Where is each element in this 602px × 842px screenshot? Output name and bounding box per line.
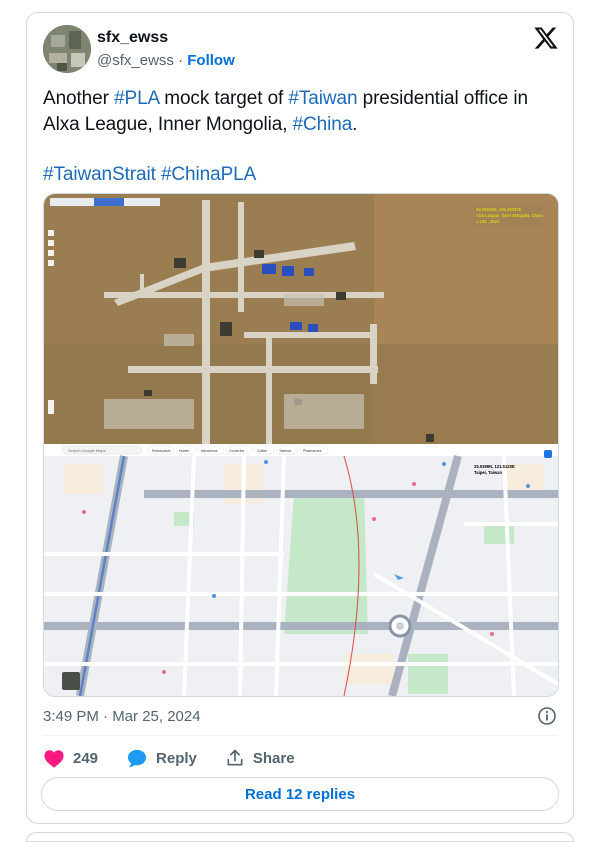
next-card-edge xyxy=(26,832,574,842)
share-upload-icon xyxy=(227,749,243,766)
satellite-coordinates-label: 39.25823N, 105.42037E xyxy=(476,207,522,212)
map-chip-coffee: Coffee xyxy=(257,449,267,453)
separator-dot: · xyxy=(178,52,184,69)
tweet-text-segment: . xyxy=(352,114,358,135)
author-handle-row: @sfx_ewss · Follow xyxy=(97,52,235,69)
satellite-image: 39.25823N, 105.42037E Alxa League, Inner… xyxy=(44,194,558,444)
share-label: Share xyxy=(252,749,295,767)
avatar[interactable] xyxy=(43,25,91,73)
map-chip-attractions: Attractions xyxy=(201,449,218,453)
street-map-image: Search Google Maps Restaurants Hotels At… xyxy=(44,444,558,696)
follow-button[interactable]: Follow xyxy=(187,52,235,69)
tweet-timestamp[interactable]: 3:49 PM · Mar 25, 2024 xyxy=(43,708,201,725)
tweet-card: sfx_ewss @sfx_ewss · Follow Another #PLA… xyxy=(26,12,574,824)
reply-bubble-icon xyxy=(127,749,147,768)
author-name[interactable]: sfx_ewss xyxy=(97,29,168,47)
action-bar: 249 Reply Share xyxy=(43,746,323,770)
map-chip-takeout: Takeout xyxy=(279,449,291,453)
reply-label: Reply xyxy=(156,749,197,767)
satellite-scale-label: 1:100 , 2024 xyxy=(476,219,500,224)
heart-icon xyxy=(44,750,64,768)
satellite-location-label: Alxa League, Inner Mongolia, China xyxy=(476,213,543,218)
hashtag-china[interactable]: #China xyxy=(293,114,353,135)
info-icon[interactable] xyxy=(537,706,557,726)
divider xyxy=(43,735,557,736)
like-button[interactable]: 249 xyxy=(43,748,98,768)
map-search-input: Search Google Maps xyxy=(68,448,106,453)
read-replies-button[interactable]: Read 12 replies xyxy=(41,777,559,811)
share-button[interactable]: Share xyxy=(225,748,295,768)
map-location-label: Taipei, Taiwan xyxy=(474,470,502,475)
tweet-text-segment: mock target of xyxy=(159,88,289,109)
hashtag-taiwanstrait[interactable]: #TaiwanStrait xyxy=(43,164,156,185)
author-handle[interactable]: @sfx_ewss xyxy=(97,52,174,69)
hashtag-chinapla[interactable]: #ChinaPLA xyxy=(161,164,256,185)
map-coordinates-label: 25.0399N, 121.5120E xyxy=(474,464,515,469)
reply-button[interactable]: Reply xyxy=(126,748,197,768)
map-chip-pharmacies: Pharmacies xyxy=(303,449,322,453)
tweet-media-image[interactable]: 39.25823N, 105.42037E Alxa League, Inner… xyxy=(43,193,559,697)
hashtag-taiwan[interactable]: #Taiwan xyxy=(288,88,357,109)
like-count: 249 xyxy=(73,749,99,767)
hashtag-pla[interactable]: #PLA xyxy=(114,88,159,109)
tweet-text: Another #PLA mock target of #Taiwan pres… xyxy=(43,86,563,188)
map-chip-restaurants: Restaurants xyxy=(152,449,171,453)
tweet-text-segment: Another xyxy=(43,88,115,109)
x-logo-icon[interactable] xyxy=(533,25,559,51)
map-chip-hotels: Hotels xyxy=(179,449,189,453)
map-chip-groceries: Groceries xyxy=(229,449,244,453)
